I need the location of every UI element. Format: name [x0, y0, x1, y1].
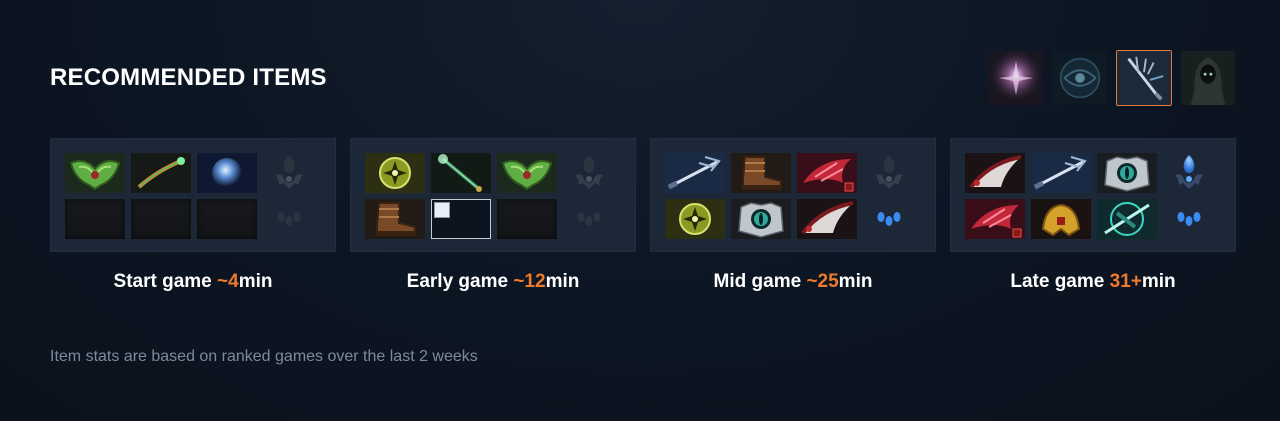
red-claw-icon[interactable] [797, 153, 857, 193]
item-panel [350, 138, 636, 252]
blue-orb-icon[interactable] [197, 153, 257, 193]
red-claw-icon[interactable] [965, 199, 1025, 239]
item-panel [950, 138, 1236, 252]
stage-caption: Start game ~4min [50, 271, 336, 293]
empty-item-slot [497, 199, 557, 239]
neutral-item-column [871, 153, 907, 239]
stage-label: Late game [1010, 271, 1110, 292]
teal-sword-icon[interactable] [1097, 199, 1157, 239]
yellow-sigil-icon[interactable] [365, 153, 425, 193]
neutral-token-blue-icon [871, 199, 907, 239]
stage-time: ~4 [217, 271, 239, 292]
item-grid [65, 153, 257, 239]
stage-unit: min [238, 271, 273, 292]
magic-wand-icon[interactable] [131, 153, 191, 193]
stage-time: 31+ [1109, 271, 1142, 292]
eye-orb-icon[interactable] [1097, 153, 1157, 193]
gold-helm-icon[interactable] [1031, 199, 1091, 239]
neutral-token-dark-icon [271, 199, 307, 239]
neutral-item-column [571, 153, 607, 239]
item-grid [365, 153, 557, 239]
broken-image-icon[interactable] [431, 199, 491, 239]
neutral-token-dark-icon [571, 199, 607, 239]
stage-label: Early game [406, 271, 514, 292]
stage-caption: Mid game ~25min [650, 271, 936, 293]
neutral-item-column [1171, 153, 1207, 239]
stage-time: ~25 [806, 271, 839, 292]
trident-icon[interactable] [1031, 153, 1091, 193]
stage-unit: min [1141, 271, 1176, 292]
build-stage: Late game 31+min [950, 138, 1236, 293]
neutral-item-column [271, 153, 307, 239]
dark-blade-icon[interactable] [797, 199, 857, 239]
stats-footnote: Item stats are based on ranked games ove… [50, 348, 478, 365]
recommended-items-title: RECOMMENDED ITEMS [50, 64, 327, 91]
hero-portrait-trident-icon [1117, 51, 1171, 105]
hero-portrait-pink-spark-icon [989, 51, 1043, 105]
yellow-sigil-icon[interactable] [665, 199, 725, 239]
empty-item-slot [65, 199, 125, 239]
neutral-tier-dark-icon [571, 153, 607, 193]
stage-label: Mid game [713, 271, 807, 292]
hero-portrait-hooded-figure-icon [1181, 51, 1235, 105]
neutral-tier-blue-icon [1171, 153, 1207, 193]
neutral-token-blue-icon [1171, 199, 1207, 239]
hero-portrait-dark-orb-icon [1053, 51, 1107, 105]
build-stage: Early game ~12min [350, 138, 636, 293]
stage-unit: min [838, 271, 873, 292]
item-grid [965, 153, 1157, 239]
hero-portrait-button[interactable] [988, 50, 1044, 106]
empty-item-slot [131, 199, 191, 239]
item-grid [665, 153, 857, 239]
dark-blade-icon[interactable] [965, 153, 1025, 193]
hero-portrait-button[interactable] [1180, 50, 1236, 106]
stage-caption: Early game ~12min [350, 271, 636, 293]
build-stage: Mid game ~25min [650, 138, 936, 293]
green-mask-icon[interactable] [497, 153, 557, 193]
jade-staff-icon[interactable] [431, 153, 491, 193]
hero-portrait-button[interactable] [1052, 50, 1108, 106]
stage-unit: min [545, 271, 580, 292]
eye-orb-icon[interactable] [731, 199, 791, 239]
build-stage: Start game ~4min [50, 138, 336, 293]
green-mask-icon[interactable] [65, 153, 125, 193]
hero-portrait-button[interactable] [1116, 50, 1172, 106]
leather-boots-icon[interactable] [365, 199, 425, 239]
neutral-tier-dark-icon [871, 153, 907, 193]
neutral-tier-dark-icon [271, 153, 307, 193]
stage-label: Start game [113, 271, 218, 292]
trident-icon[interactable] [665, 153, 725, 193]
hero-selector [988, 50, 1236, 106]
item-panel [650, 138, 936, 252]
stage-time: ~12 [513, 271, 546, 292]
empty-item-slot [197, 199, 257, 239]
item-panel [50, 138, 336, 252]
stage-caption: Late game 31+min [950, 271, 1236, 293]
leather-boots-icon[interactable] [731, 153, 791, 193]
build-stages: Start game ~4min Early game ~12min Mid gam… [50, 138, 1236, 293]
